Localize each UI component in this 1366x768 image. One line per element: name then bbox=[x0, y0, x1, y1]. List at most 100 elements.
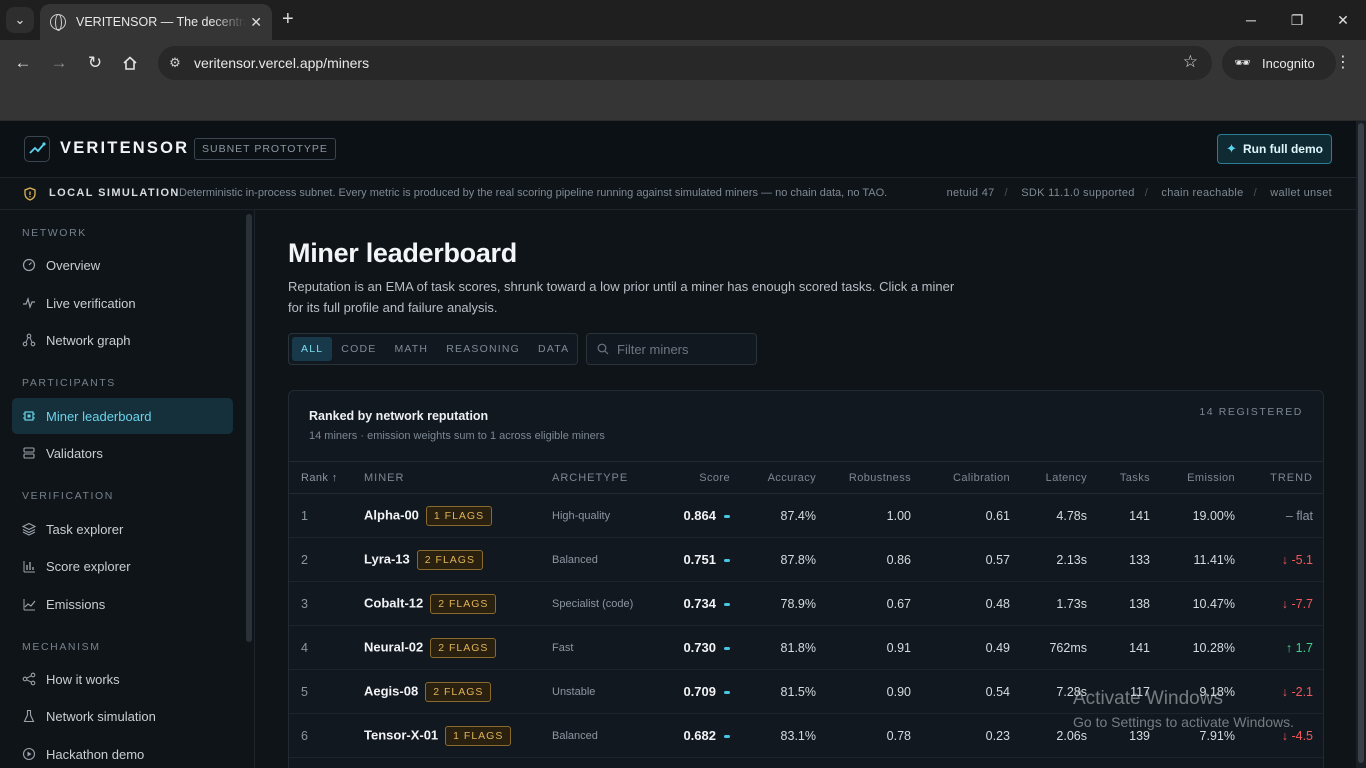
play-icon bbox=[22, 747, 36, 761]
col-accuracy[interactable]: Accuracy bbox=[730, 461, 816, 494]
sparkle-icon: ✦ bbox=[1226, 141, 1237, 156]
sidebar-item-emissions[interactable]: Emissions bbox=[12, 586, 233, 622]
page-scrollbar[interactable] bbox=[1356, 121, 1366, 768]
graph-icon bbox=[22, 333, 36, 347]
url-text[interactable]: veritensor.vercel.app/miners bbox=[194, 55, 369, 71]
filter-all[interactable]: ALL bbox=[292, 337, 333, 361]
back-button[interactable]: ← bbox=[12, 52, 34, 74]
sidebar-item-network-simulation[interactable]: Network simulation bbox=[12, 698, 233, 734]
layers-icon bbox=[22, 522, 36, 536]
emission-cell: 10.47% bbox=[1150, 581, 1235, 626]
table-row[interactable]: 5 Aegis-08 2 FLAGS Unstable 0.709 81.5% 0… bbox=[289, 669, 1323, 714]
sidebar-scrollbar[interactable] bbox=[246, 214, 252, 642]
sidebar-item-validators[interactable]: Validators bbox=[12, 435, 233, 471]
browser-tab[interactable]: VERITENSOR — The decentralized verificat… bbox=[40, 4, 272, 40]
filter-reasoning[interactable]: REASONING bbox=[437, 337, 529, 361]
col-miner[interactable]: MINER bbox=[364, 461, 552, 494]
simulation-banner: LOCAL SIMULATION Deterministic in-proces… bbox=[0, 178, 1356, 210]
home-button[interactable] bbox=[119, 52, 141, 74]
miner-name[interactable]: Tensor-X-01 bbox=[364, 727, 438, 742]
logo-icon bbox=[29, 142, 46, 154]
table-row[interactable]: 1 Alpha-00 1 FLAGS High-quality 0.864 87.… bbox=[289, 493, 1323, 538]
run-full-demo-button[interactable]: ✦ Run full demo bbox=[1217, 134, 1332, 164]
col-calibration[interactable]: Calibration bbox=[911, 461, 1010, 494]
filter-miners-field[interactable] bbox=[586, 333, 757, 365]
table-row[interactable]: 4 Neural-02 2 FLAGS Fast 0.730 81.8% 0.91… bbox=[289, 625, 1323, 670]
miner-cell: Neural-02 2 FLAGS bbox=[364, 625, 552, 670]
miner-name[interactable]: Cobalt-12 bbox=[364, 595, 423, 610]
score-cell: 0.864 bbox=[662, 493, 730, 538]
rank-cell: 5 bbox=[289, 669, 364, 714]
page-description: Reputation is an EMA of task scores, shr… bbox=[288, 279, 955, 315]
sidebar-item-label: Live verification bbox=[46, 295, 136, 311]
address-bar[interactable]: ⚙ veritensor.vercel.app/miners ☆ bbox=[158, 46, 1212, 80]
bookmark-bar bbox=[0, 86, 1366, 121]
col-trend[interactable]: TREND bbox=[1235, 461, 1323, 494]
browser-menu-button[interactable]: ⋮ bbox=[1334, 52, 1352, 72]
table-row[interactable]: 3 Cobalt-12 2 FLAGS Specialist (code) 0.7… bbox=[289, 581, 1323, 626]
sidebar-item-score-explorer[interactable]: Score explorer bbox=[12, 548, 233, 584]
col-score[interactable]: Score bbox=[662, 461, 730, 494]
brand-name[interactable]: VERITENSOR bbox=[60, 139, 189, 158]
miner-name[interactable]: Alpha-00 bbox=[364, 507, 419, 522]
score-value: 0.864 bbox=[683, 508, 716, 523]
filter-code[interactable]: CODE bbox=[332, 337, 385, 361]
miner-name[interactable]: Neural-02 bbox=[364, 639, 423, 654]
score-indicator bbox=[724, 691, 730, 695]
filter-data[interactable]: DATA bbox=[529, 337, 578, 361]
shield-icon bbox=[24, 187, 36, 201]
chevron-down-icon: ⌄ bbox=[14, 12, 26, 27]
sidebar-item-network-graph[interactable]: Network graph bbox=[12, 322, 233, 358]
logo[interactable] bbox=[24, 136, 50, 162]
sidebar-item-task-explorer[interactable]: Task explorer bbox=[12, 511, 233, 547]
sidebar-item-label: How it works bbox=[46, 671, 120, 687]
sidebar-item-live-verification[interactable]: Live verification bbox=[12, 285, 233, 321]
minimize-button[interactable]: ─ bbox=[1228, 0, 1274, 40]
calibration-cell: 0.54 bbox=[911, 669, 1010, 714]
sidebar-item-overview[interactable]: Overview bbox=[12, 247, 233, 283]
miner-name[interactable]: Lyra-13 bbox=[364, 551, 410, 566]
new-tab-button[interactable]: + bbox=[282, 9, 294, 29]
search-icon bbox=[597, 343, 609, 355]
page-title: Miner leaderboard bbox=[288, 238, 517, 268]
col-emission[interactable]: Emission bbox=[1150, 461, 1235, 494]
sidebar-item-hackathon-demo[interactable]: Hackathon demo bbox=[12, 736, 233, 768]
reload-button[interactable]: ↻ bbox=[84, 52, 106, 74]
miner-cell: Tensor-X-01 1 FLAGS bbox=[364, 713, 552, 758]
filter-miners-input[interactable] bbox=[617, 341, 747, 357]
tab-search-button[interactable]: ⌄ bbox=[6, 7, 34, 33]
page-scrollbar-thumb[interactable] bbox=[1358, 123, 1364, 763]
close-tab-icon[interactable]: ✕ bbox=[250, 14, 262, 31]
bar-chart-icon bbox=[22, 559, 36, 573]
calibration-cell: 0.49 bbox=[911, 625, 1010, 670]
miner-cell: Lyra-13 2 FLAGS bbox=[364, 537, 552, 582]
gauge-icon bbox=[22, 258, 36, 272]
col-tasks[interactable]: Tasks bbox=[1087, 461, 1150, 494]
bookmark-star-icon[interactable]: ☆ bbox=[1183, 52, 1198, 72]
emission-cell: 7.91% bbox=[1150, 713, 1235, 758]
rank-cell: 6 bbox=[289, 713, 364, 758]
tasks-cell: 141 bbox=[1087, 625, 1150, 670]
close-window-button[interactable]: ✕ bbox=[1320, 0, 1366, 40]
miner-name[interactable]: Aegis-08 bbox=[364, 683, 418, 698]
col-archetype[interactable]: ARCHETYPE bbox=[552, 461, 662, 494]
col-rank[interactable]: Rank ↑ bbox=[289, 461, 364, 494]
sidebar-item-label: Emissions bbox=[46, 596, 106, 612]
table-row[interactable]: 2 Lyra-13 2 FLAGS Balanced 0.751 87.8% 0.… bbox=[289, 537, 1323, 582]
sidebar-item-miner-leaderboard[interactable]: Miner leaderboard bbox=[12, 398, 233, 434]
maximize-button[interactable]: ❐ bbox=[1274, 0, 1320, 40]
incognito-indicator[interactable]: 🕶 Incognito bbox=[1222, 46, 1336, 80]
filter-math[interactable]: MATH bbox=[385, 337, 437, 361]
flags-badge: 2 FLAGS bbox=[430, 593, 497, 614]
col-latency[interactable]: Latency bbox=[1010, 461, 1087, 494]
col-robustness[interactable]: Robustness bbox=[816, 461, 911, 494]
section-title-verification: VERIFICATION bbox=[22, 490, 114, 502]
forward-button[interactable]: → bbox=[48, 52, 70, 74]
trend-cell: ↓ -2.1 bbox=[1235, 669, 1323, 714]
latency-cell: 762ms bbox=[1010, 625, 1087, 670]
home-icon bbox=[123, 56, 137, 70]
table-row[interactable]: 6 Tensor-X-01 1 FLAGS Balanced 0.682 83.1… bbox=[289, 713, 1323, 758]
site-settings-icon[interactable]: ⚙ bbox=[166, 55, 184, 71]
sidebar-item-how-it-works[interactable]: How it works bbox=[12, 661, 233, 697]
card-title: Ranked by network reputation bbox=[309, 409, 489, 423]
